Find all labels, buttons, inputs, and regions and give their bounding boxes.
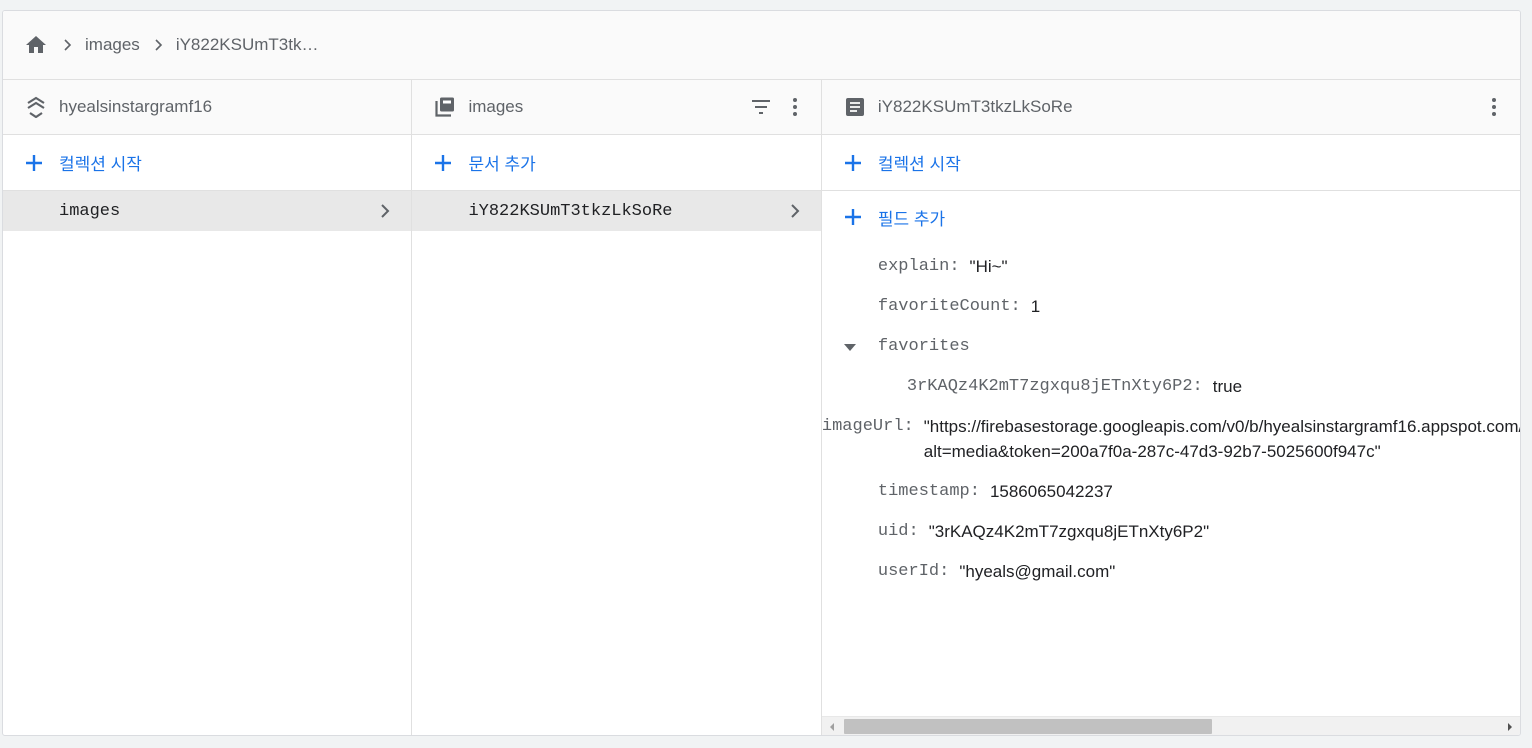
field-key: favoriteCount: — [877, 297, 1021, 316]
field-key: favorites — [877, 337, 970, 356]
chevron-right-icon — [787, 203, 803, 219]
start-subcollection-button[interactable]: 컬렉션 시작 — [821, 135, 1520, 191]
field-key: explain: — [877, 257, 960, 276]
more-vert-icon[interactable] — [1482, 95, 1506, 119]
field-value: "3rKAQz4K2mT7zgxqu8jETnXty6P2" — [928, 522, 1210, 541]
field-key: uid: — [877, 522, 919, 541]
document-item[interactable]: iY822KSUmT3tkzLkSoRe — [412, 191, 821, 231]
document-panel-header: iY822KSUmT3tkzLkSoRe — [821, 80, 1520, 135]
collection-item-images[interactable]: images — [3, 191, 412, 231]
horizontal-scrollbar[interactable] — [821, 716, 1520, 736]
scrollbar-thumb[interactable] — [843, 719, 1213, 734]
field-value: "https://firebasestorage.googleapis.com/… — [923, 417, 1520, 436]
field-value: "Hi~" — [969, 257, 1008, 276]
plus-icon — [432, 152, 454, 174]
scroll-right-icon[interactable] — [1500, 717, 1520, 736]
breadcrumb: images iY822KSUmT3tk… — [3, 11, 1520, 80]
field-key: timestamp: — [877, 482, 980, 501]
chevron-right-icon — [377, 203, 393, 219]
database-layers-icon — [25, 96, 47, 118]
plus-icon — [842, 206, 864, 228]
collection-title: images — [468, 97, 524, 116]
field-row[interactable]: imageUrl: "https://firebasestorage.googl… — [822, 407, 1520, 472]
document-title: iY822KSUmT3tkzLkSoRe — [877, 97, 1073, 116]
field-row[interactable]: userId: "hyeals@gmail.com" — [822, 552, 1520, 592]
field-value: 1 — [1030, 297, 1041, 316]
start-subcollection-label: 컬렉션 시작 — [877, 155, 961, 174]
panels: hyealsinstargramf16 컬렉션 시작 images images… — [3, 80, 1520, 736]
scrollbar-track[interactable] — [842, 717, 1500, 735]
project-title: hyealsinstargramf16 — [59, 97, 213, 116]
field-row-nested[interactable]: 3rKAQz4K2mT7zgxqu8jETnXty6P2: true — [822, 367, 1520, 407]
more-vert-icon[interactable] — [783, 95, 807, 119]
field-list: explain: "Hi~" favoriteCount: 1 favorite… — [822, 243, 1520, 592]
collection-item-label: images — [59, 201, 121, 221]
collection-panel: images 문서 추가 iY822KSUmT3tkzLkSoRe — [412, 80, 822, 735]
add-document-button[interactable]: 문서 추가 — [412, 135, 821, 191]
field-row[interactable]: favoriteCount: 1 — [822, 287, 1520, 327]
scroll-left-icon[interactable] — [822, 717, 842, 736]
field-value: 1586065042237 — [989, 482, 1113, 501]
field-value: true — [1212, 377, 1243, 396]
add-field-button[interactable]: 필드 추가 — [822, 191, 1520, 243]
start-collection-button[interactable]: 컬렉션 시작 — [3, 135, 412, 191]
caret-down-icon[interactable] — [822, 334, 878, 359]
document-item-label: iY822KSUmT3tkzLkSoRe — [468, 201, 673, 221]
home-icon[interactable] — [23, 32, 49, 58]
add-field-label: 필드 추가 — [877, 209, 946, 229]
filter-icon[interactable] — [749, 95, 773, 119]
root-panel: hyealsinstargramf16 컬렉션 시작 images — [3, 80, 413, 735]
field-key: imageUrl: — [821, 417, 914, 436]
breadcrumb-item-images[interactable]: images — [85, 35, 140, 55]
field-row[interactable]: explain: "Hi~" — [822, 247, 1520, 287]
field-row-map[interactable]: favorites — [822, 327, 1520, 367]
field-key: userId: — [877, 562, 950, 581]
document-icon — [844, 96, 866, 118]
chevron-right-icon — [63, 39, 73, 51]
chevron-right-icon — [154, 39, 164, 51]
root-panel-header: hyealsinstargramf16 — [3, 80, 412, 135]
field-key: 3rKAQz4K2mT7zgxqu8jETnXty6P2: — [906, 377, 1203, 396]
field-value: "hyeals@gmail.com" — [959, 562, 1116, 581]
field-row[interactable]: uid: "3rKAQz4K2mT7zgxqu8jETnXty6P2" — [822, 512, 1520, 552]
document-panel: iY822KSUmT3tkzLkSoRe 컬렉션 시작 필드 추가 explai… — [821, 80, 1520, 736]
firestore-data-viewer: images iY822KSUmT3tk… hyealsinstargramf1… — [2, 10, 1521, 736]
collection-icon — [434, 96, 456, 118]
plus-icon — [23, 152, 45, 174]
add-document-label: 문서 추가 — [468, 155, 536, 174]
plus-icon — [842, 152, 864, 174]
field-value-continued: alt=media&token=200a7f0a-287c-47d3-92b7-… — [923, 442, 1381, 461]
breadcrumb-item-document[interactable]: iY822KSUmT3tk… — [176, 35, 319, 55]
collection-panel-header: images — [412, 80, 821, 135]
field-row[interactable]: timestamp: 1586065042237 — [822, 472, 1520, 512]
start-collection-label: 컬렉션 시작 — [59, 155, 142, 174]
